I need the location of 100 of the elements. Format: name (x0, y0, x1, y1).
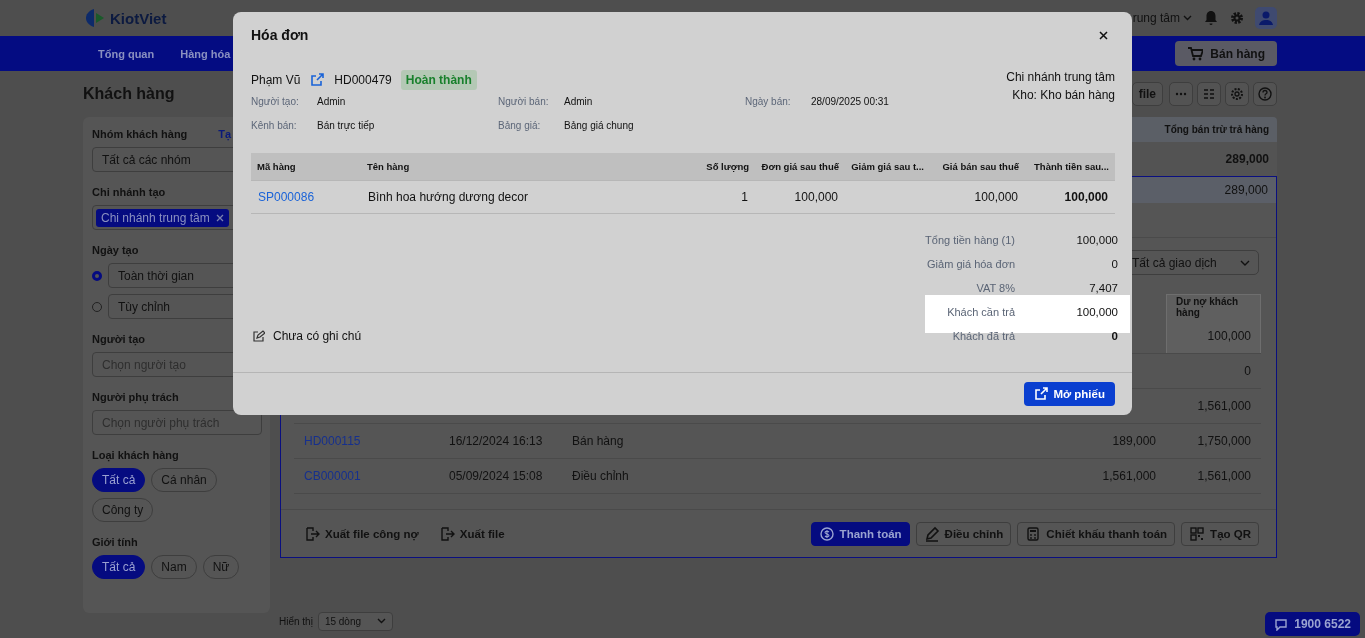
field-label: Ngày bán: (745, 96, 792, 107)
table-cell-text: 16/12/2024 16:13 (448, 433, 544, 450)
nav-tab[interactable]: Hàng hóa (180, 47, 231, 60)
table-cell-text: 1,750,000 (1196, 433, 1252, 450)
table-cell-text: 1,561,000 (1196, 398, 1252, 415)
column-header: Số lượng (705, 161, 750, 172)
close-icon[interactable] (1099, 30, 1108, 40)
filter-chip[interactable]: Nam (151, 555, 197, 579)
field-label: Người bán: (498, 96, 550, 107)
filter-label: Ngày tạo (92, 244, 139, 256)
coin-icon (818, 525, 835, 542)
filter-chip[interactable]: Tất cả (92, 555, 146, 579)
settings-icon[interactable] (1229, 86, 1245, 102)
calculator-icon (1025, 525, 1042, 542)
nav-tab[interactable]: Tổng quan (98, 47, 155, 60)
table-cell-text: 1,561,000 (1196, 468, 1252, 485)
filter-label: Người tạo (92, 333, 146, 345)
field-value: 28/09/2025 00:31 (811, 96, 889, 107)
pen-icon (923, 525, 940, 542)
branch-selector[interactable]: rung tâm (1132, 11, 1192, 25)
sell-button[interactable]: Bán hàng (1175, 41, 1277, 66)
filter-chip[interactable]: Tất cả (92, 468, 146, 492)
note-text: Chưa có ghi chú (273, 329, 362, 343)
field-label: Người tạo: (251, 96, 300, 107)
table-cell-text: 1,561,000 (1101, 468, 1157, 485)
logo-icon (84, 7, 106, 29)
summary-label: Khách đã trả (951, 330, 1015, 342)
summary-value: 100,000 (1075, 306, 1118, 318)
bell-icon[interactable] (1203, 10, 1219, 26)
chat-icon (1274, 617, 1289, 631)
hotline-button[interactable]: 1900 6522 (1265, 612, 1360, 636)
edit-icon[interactable] (252, 329, 265, 343)
product-code-link[interactable]: SP000086 (251, 190, 361, 204)
summary-label: Giảm giá hóa đơn (926, 258, 1015, 270)
action-button[interactable]: Điều chỉnh (915, 521, 1012, 546)
export-icon (304, 525, 320, 542)
field-value: Bảng giá chung (564, 120, 634, 131)
summary-value: 100,000 (1075, 234, 1118, 246)
column-header: Tên hàng (366, 161, 411, 172)
field-label: Kênh bán: (251, 120, 298, 131)
external-link-icon[interactable] (309, 72, 326, 88)
export-button[interactable]: file (1131, 82, 1163, 106)
table-cell-text: 100,000 (973, 190, 1019, 204)
summary-label: Khách cần trả (946, 306, 1015, 318)
remove-icon[interactable] (215, 213, 224, 222)
warehouse-name: Kho: Kho bán hàng (1012, 88, 1115, 102)
create-link[interactable]: Tạ (218, 128, 231, 140)
dialog-title: Hóa đơn (251, 27, 309, 43)
status-badge: Hoàn thành (400, 70, 477, 90)
customer-name: Phạm Vũ (251, 73, 301, 87)
filter-label: Nhóm khách hàng (92, 128, 188, 140)
filter-label: Chi nhánh tạo (92, 186, 166, 198)
summary-value: 0 (1110, 258, 1118, 270)
field-value: Admin (564, 96, 593, 107)
radio-button[interactable] (92, 270, 102, 281)
table-cell-text: 100,000 (1063, 190, 1109, 204)
chevron-icon (1240, 259, 1250, 266)
table-cell-text: 1 (740, 190, 749, 204)
export-link[interactable]: Xuất file (438, 521, 505, 546)
cart-icon (1187, 46, 1204, 61)
avatar-icon[interactable] (1255, 7, 1277, 29)
table-cell-text: 05/09/2024 15:08 (448, 468, 544, 485)
branch-name: Chi nhánh trung tâm (1006, 70, 1115, 84)
filter-label: Loại khách hàng (92, 449, 179, 461)
page-size-label: Hiển thị (279, 615, 313, 627)
export-link[interactable]: Xuất file công nợ (304, 521, 419, 546)
table-cell-text: 100,000 (793, 190, 839, 204)
action-button[interactable]: Tạo QR (1181, 521, 1259, 546)
open-button[interactable]: Mở phiếu (1024, 382, 1115, 406)
summary-value: 0 (1110, 330, 1118, 342)
filter-label: Giới tính (92, 536, 138, 548)
field-label: Bảng giá: (498, 120, 542, 131)
column-header: Tổng bán trừ trả hàng (1164, 124, 1269, 135)
chevron-icon (376, 618, 386, 624)
table-cell: 100,000 (1166, 319, 1261, 353)
page-size-select[interactable]: 15 dòng (317, 611, 393, 631)
invoice-link[interactable]: CB000001 (294, 459, 439, 493)
filter-chip[interactable]: Cá nhân (151, 468, 217, 492)
table-cell-text: Bình hoa hướng dương decor (367, 190, 529, 204)
settings-icon[interactable] (1230, 11, 1244, 25)
export-icon (438, 525, 455, 542)
invoice-code: HD000479 (334, 73, 392, 87)
summary-label: Tổng tiền hàng (1) (925, 234, 1015, 246)
caret-icon (1183, 15, 1192, 21)
help-icon[interactable] (1257, 86, 1273, 102)
columns-icon[interactable] (1201, 86, 1217, 102)
column-header: Thành tiền sau... (1033, 161, 1110, 172)
filter-chip[interactable]: Nữ (202, 555, 240, 579)
field-value: Admin (317, 96, 346, 107)
action-button[interactable]: Chiết khấu thanh toán (1017, 521, 1176, 546)
action-button[interactable]: Thanh toán (810, 521, 910, 546)
invoice-link[interactable]: HD000115 (294, 424, 439, 458)
column-header: Dư nợ khách hàng (1166, 294, 1261, 319)
table-cell-text: Điều chỉnh (571, 468, 630, 485)
column-header: Giá bán sau thuế (941, 161, 1020, 172)
filter-chip[interactable]: Công ty (92, 498, 154, 522)
summary-label: VAT 8% (975, 282, 1015, 294)
external-link-icon (1033, 386, 1050, 402)
total-value: 289,000 (1225, 152, 1269, 166)
table-cell-text: 189,000 (1111, 433, 1157, 450)
